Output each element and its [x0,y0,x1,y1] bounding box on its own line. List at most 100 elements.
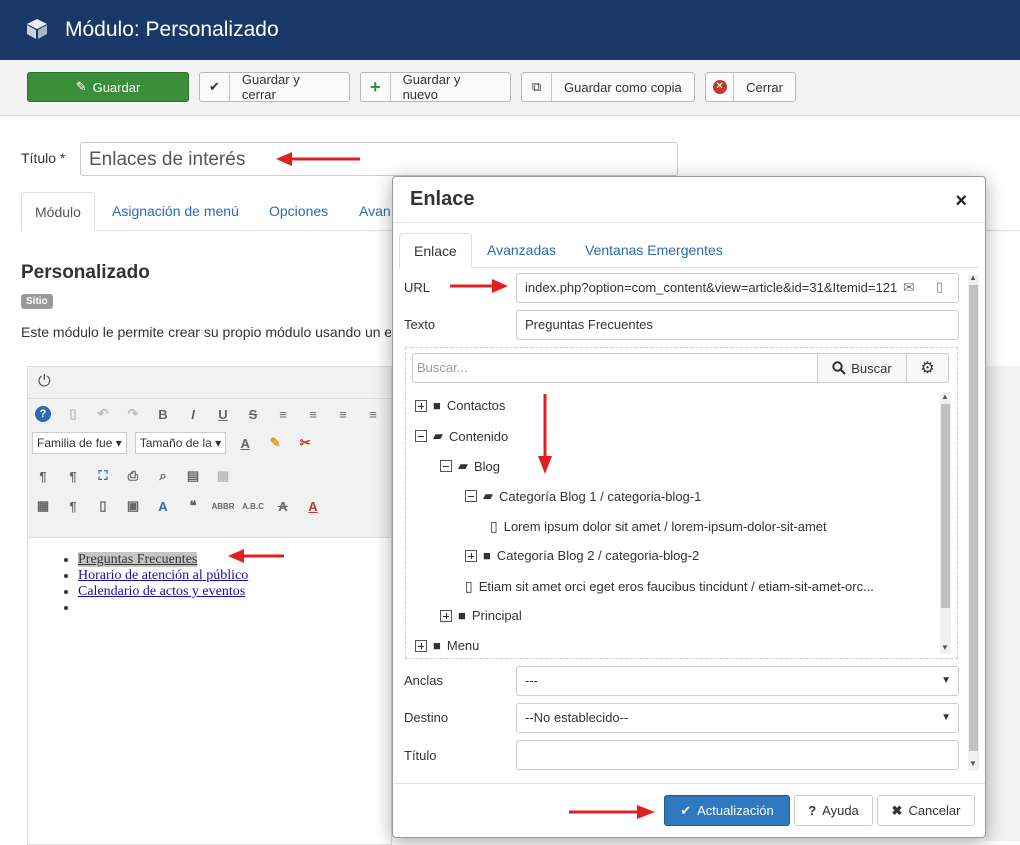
tree-node-categoria-blog-1[interactable]: ▰ Categoría Blog 1 / categoria-blog-1 [465,488,701,504]
underline-icon[interactable]: U [212,403,234,425]
text-input[interactable]: Preguntas Frecuentes [516,310,959,340]
file-icon[interactable]: ▯ [936,279,943,295]
title-input[interactable] [516,740,959,770]
folder-open-icon: ▰ [433,428,443,443]
tree-node-categoria-blog-2[interactable]: ■ Categoría Blog 2 / categoria-blog-2 [465,548,699,563]
link-hours[interactable]: Horario de atención al público [78,568,248,583]
cancel-button[interactable]: ✖ Cancelar [877,795,975,826]
save-button[interactable]: ✎ Guardar [27,72,189,102]
edit-icon: ✎ [75,79,87,94]
undo-icon[interactable]: ↶ [92,403,114,425]
align-left-icon[interactable]: ≡ [332,403,354,425]
dialog-scrollbar[interactable]: ▲ ▼ [968,273,979,771]
help-icon[interactable]: ? [32,403,54,425]
module-description: Este módulo le permite crear su propio m… [21,324,391,340]
redo-icon[interactable]: ↷ [122,403,144,425]
envelope-icon[interactable]: ✉ [903,279,915,296]
settings-button[interactable]: ⚙ [906,353,949,383]
expand-icon[interactable] [415,399,427,412]
link-faq[interactable]: Preguntas Frecuentes [78,552,198,567]
update-button[interactable]: ✔ Actualización [664,795,790,826]
align-right-icon[interactable]: ≡ [362,403,384,425]
cut-icon[interactable]: ✂ [294,432,316,454]
image-icon[interactable]: ▣ [122,495,144,517]
highlight-icon[interactable]: ✎ [264,432,286,454]
ltr-icon[interactable]: ¶ [32,465,54,487]
collapse-icon[interactable] [440,460,452,472]
fullscreen-icon[interactable]: ⛶ [92,465,114,487]
tab-options[interactable]: Opciones [256,192,341,231]
align-center-icon[interactable]: ≡ [302,403,324,425]
font-family-select[interactable]: Familia de fue ▾ [32,432,127,454]
text-color-icon[interactable]: A [234,432,256,454]
font-style-icon[interactable]: A [152,495,174,517]
search-button[interactable]: Buscar [817,353,907,383]
tree-node-contactos[interactable]: ■ Contactos [415,398,505,413]
scroll-down-icon[interactable]: ▼ [941,643,949,652]
annotation-arrow-tree [538,394,552,474]
document-icon[interactable]: ▯ [92,495,114,517]
quote-icon[interactable]: ❝ [182,495,204,517]
caret-down-icon: ▼ [941,712,951,723]
tab-menu-assignment[interactable]: Asignación de menú [99,192,252,231]
expand-icon[interactable] [415,639,427,652]
power-icon[interactable]: ⏻ [38,373,51,391]
underline-a-icon[interactable]: A [302,495,324,517]
save-close-button[interactable]: ✔ Guardar y cerrar [199,72,350,102]
table-icon[interactable]: ▦ [212,465,234,487]
link-dialog: Enlace × Enlace Avanzadas Ventanas Emerg… [392,176,986,838]
plus-icon: + [361,73,391,101]
url-input[interactable]: index.php?option=com_content&view=articl… [516,273,959,303]
save-copy-button[interactable]: ⧉ Guardar como copia [521,72,695,102]
search-input[interactable]: Buscar... [412,353,818,383]
tab-ventanas-emergentes[interactable]: Ventanas Emergentes [571,233,737,268]
grid-icon[interactable]: ▦ [32,495,54,517]
acronym-icon[interactable]: A.B.C [242,495,264,517]
anchors-select[interactable]: --- ▼ [516,666,959,696]
insert-block-icon[interactable]: ▤ [182,465,204,487]
save-new-button[interactable]: + Guardar y nuevo [360,72,511,102]
bold-icon[interactable]: B [152,403,174,425]
scroll-up-icon[interactable]: ▲ [969,273,977,282]
strike-a-icon[interactable]: A [272,495,294,517]
editor-content[interactable]: Preguntas Frecuentes Horario de atención… [27,538,392,845]
italic-icon[interactable]: I [182,403,204,425]
target-select[interactable]: --No establecido-- ▼ [516,703,959,733]
tab-modulo[interactable]: Módulo [21,192,95,231]
title-input[interactable]: Enlaces de interés [80,142,678,176]
collapse-icon[interactable] [415,430,427,442]
abbr-icon[interactable]: ABBR [211,495,234,517]
font-size-select[interactable]: Tamaño de la ▾ [134,432,227,454]
collapse-icon[interactable] [465,490,477,502]
new-doc-icon[interactable]: ▯ [62,403,84,425]
tree-node-lorem-ipsum[interactable]: ▯ Lorem ipsum dolor sit amet / lorem-ips… [490,518,827,535]
tree-node-principal[interactable]: ■ Principal [440,608,522,623]
strikethrough-icon[interactable]: S [242,403,264,425]
tab-avanzadas[interactable]: Avanzadas [473,233,570,268]
search-icon [832,361,847,375]
tree-node-contenido[interactable]: ▰ Contenido [415,428,508,444]
annotation-arrow-title [276,152,360,166]
tree-scrollbar[interactable]: ▲ ▼ [940,392,951,654]
close-button[interactable]: ✕ Cerrar [705,72,796,102]
print-icon[interactable]: ⎙ [122,465,144,487]
folder-icon: ■ [433,398,441,413]
close-icon[interactable]: × [955,190,967,213]
scroll-up-icon[interactable]: ▲ [941,392,949,401]
rtl-icon[interactable]: ¶ [62,465,84,487]
close-circle-icon: ✕ [706,73,735,101]
link-calendar[interactable]: Calendario de actos y eventos [78,584,245,599]
tree-node-blog[interactable]: ▰ Blog [440,458,500,474]
paragraph-icon[interactable]: ¶ [62,495,84,517]
expand-icon[interactable] [440,609,452,622]
scroll-down-icon[interactable]: ▼ [969,759,977,768]
folder-icon: ■ [483,548,491,563]
tree-node-etiam[interactable]: ▯ Etiam sit amet orci eget eros faucibus… [465,578,874,595]
find-icon[interactable]: ⌕ [152,465,174,487]
help-button[interactable]: ? Ayuda [794,795,873,826]
tree-node-menu[interactable]: ■ Menu [415,638,479,653]
folder-open-icon: ▰ [483,488,493,503]
tab-enlace[interactable]: Enlace [399,233,472,268]
align-justify-icon[interactable]: ≡ [272,403,294,425]
expand-icon[interactable] [465,549,477,562]
